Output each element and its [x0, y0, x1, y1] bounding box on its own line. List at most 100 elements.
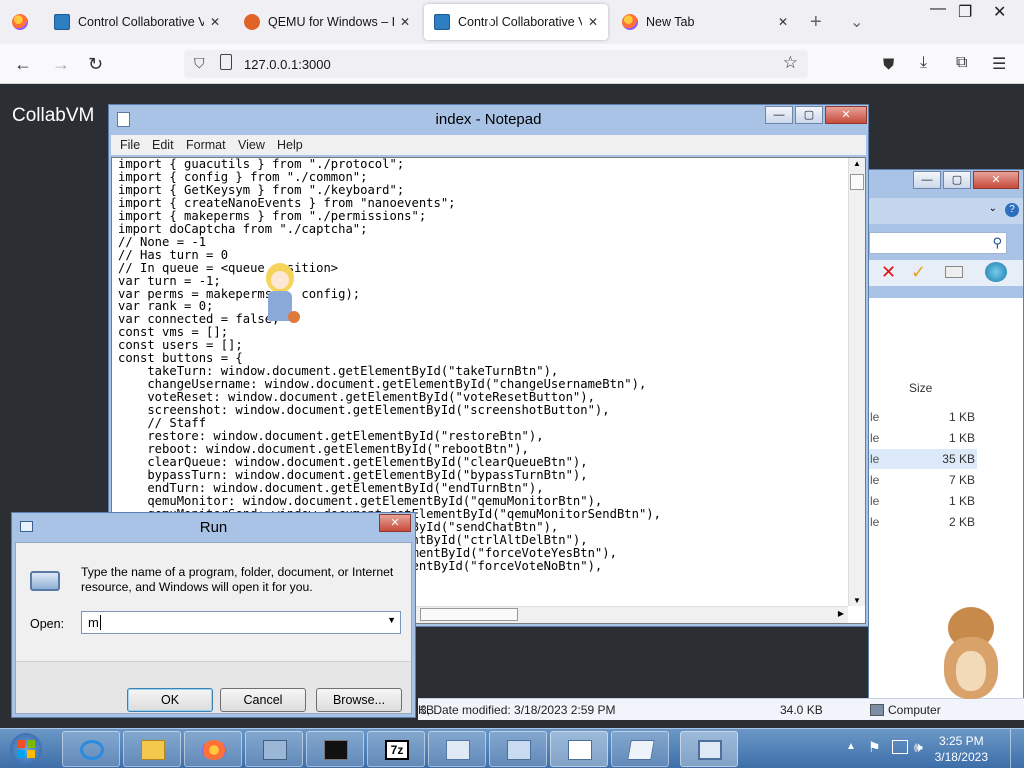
- code-line[interactable]: reboot: window.document.getElementById("…: [118, 443, 661, 456]
- taskbar-firefox[interactable]: [184, 731, 242, 767]
- action-center-flag-icon[interactable]: ⚑: [868, 739, 881, 756]
- menu-hamburger-icon[interactable]: ☰: [992, 54, 1006, 74]
- menu-help[interactable]: Help: [277, 138, 303, 152]
- list-item[interactable]: le 1 KB: [869, 491, 977, 511]
- column-header-size[interactable]: Size: [909, 381, 932, 395]
- taskbar-7zip[interactable]: 7z: [367, 731, 425, 767]
- chevron-down-icon[interactable]: ⌄: [850, 12, 863, 32]
- taskbar-explorer[interactable]: [123, 731, 181, 767]
- code-line[interactable]: clearQueue: window.document.getElementBy…: [118, 455, 661, 469]
- tab-qemu[interactable]: QEMU for Windows – Ins ✕: [234, 4, 420, 40]
- restore-icon[interactable]: ❐: [958, 2, 972, 22]
- scroll-up-icon[interactable]: ▲: [853, 159, 861, 168]
- taskbar-notepad-2[interactable]: [611, 731, 669, 767]
- show-desktop-button[interactable]: [1010, 729, 1024, 768]
- tray-chevron-up-icon[interactable]: ▲: [846, 741, 856, 752]
- taskbar-control-panel[interactable]: [489, 731, 547, 767]
- menu-view[interactable]: View: [238, 138, 265, 152]
- bookmark-star-icon[interactable]: ☆: [783, 53, 798, 73]
- minimize-button[interactable]: —: [913, 171, 941, 189]
- new-tab-plus-icon[interactable]: +: [810, 11, 822, 34]
- extensions-icon[interactable]: ⧉: [956, 54, 967, 72]
- delete-x-icon[interactable]: ✕: [881, 262, 896, 283]
- volume-icon[interactable]: 🕪: [914, 739, 923, 756]
- open-input-value[interactable]: m: [88, 615, 99, 630]
- start-orb-icon[interactable]: [10, 733, 42, 765]
- search-input[interactable]: ⚲: [869, 232, 1007, 254]
- network-tray-icon[interactable]: [892, 740, 908, 754]
- vm-screen[interactable]: — ▢ ✕ ⌄ ? ⚲ ✕ ✓ Size le 1 KB le 1 KB le 35 …: [0, 85, 1024, 768]
- minimize-button[interactable]: —: [765, 106, 793, 124]
- scroll-thumb[interactable]: [850, 174, 864, 190]
- code-line[interactable]: var turn = -1;: [118, 274, 661, 288]
- run-titlebar[interactable]: Run ✕: [12, 513, 415, 541]
- code-line[interactable]: import { config } from "./common";: [118, 171, 661, 184]
- url-text[interactable]: 127.0.0.1:3000: [244, 57, 331, 72]
- shield-icon[interactable]: ⛉: [194, 55, 205, 72]
- code-line[interactable]: import { guacutils } from "./protocol";: [118, 158, 661, 171]
- taskbar-task-manager[interactable]: [428, 731, 486, 767]
- taskbar-cmd[interactable]: [306, 731, 364, 767]
- close-window-icon[interactable]: ✕: [993, 2, 1006, 22]
- ok-button[interactable]: OK: [127, 688, 213, 712]
- address-bar[interactable]: ⛉ 127.0.0.1:3000 ☆: [184, 50, 808, 78]
- properties-icon[interactable]: [945, 266, 963, 278]
- menu-format[interactable]: Format: [186, 138, 226, 152]
- maximize-button[interactable]: ▢: [943, 171, 971, 189]
- code-line[interactable]: // None = -1: [118, 235, 661, 249]
- list-item[interactable]: le 1 KB: [869, 407, 977, 427]
- browse-button[interactable]: Browse...: [316, 688, 402, 712]
- menu-edit[interactable]: Edit: [152, 138, 174, 152]
- check-icon[interactable]: ✓: [911, 262, 926, 283]
- tab-collabvm-1[interactable]: Control Collaborative Vir ✕: [44, 4, 230, 40]
- system-clock[interactable]: 3:25 PM 3/18/2023: [935, 733, 988, 765]
- code-line[interactable]: bypassTurn: window.document.getElementBy…: [118, 468, 661, 482]
- taskbar-network[interactable]: [245, 731, 303, 767]
- cancel-button[interactable]: Cancel: [220, 688, 306, 712]
- close-button[interactable]: ✕: [825, 106, 867, 124]
- close-icon[interactable]: ✕: [778, 15, 788, 29]
- vertical-scrollbar[interactable]: ▲ ▼: [848, 158, 865, 606]
- scroll-thumb[interactable]: [420, 608, 518, 621]
- close-button[interactable]: ✕: [973, 171, 1019, 189]
- code-line[interactable]: // Has turn = 0: [118, 248, 661, 262]
- tab-new-tab[interactable]: New Tab ✕: [612, 4, 798, 40]
- back-arrow-icon[interactable]: ←: [14, 54, 32, 75]
- maximize-button[interactable]: ▢: [795, 106, 823, 124]
- download-icon[interactable]: ⤓: [920, 54, 927, 72]
- run-dialog[interactable]: Run ✕ Type the name of a program, folder…: [11, 512, 416, 718]
- code-line[interactable]: import doCaptcha from "./captcha";: [118, 222, 661, 236]
- reload-icon[interactable]: ↻: [88, 54, 103, 75]
- firefox-menu-icon[interactable]: [12, 14, 28, 30]
- dropdown-arrow-icon[interactable]: ▼: [387, 615, 396, 625]
- taskbar-notepad[interactable]: [550, 731, 608, 767]
- explorer-titlebar[interactable]: — ▢ ✕: [869, 170, 1023, 198]
- code-line[interactable]: endTurn: window.document.getElementById(…: [118, 481, 661, 495]
- taskbar-internet-explorer[interactable]: [62, 731, 120, 767]
- code-line[interactable]: qemuMonitor: window.document.getElementB…: [118, 494, 661, 508]
- code-line[interactable]: import { GetKeysym } from "./keyboard";: [118, 183, 661, 197]
- scroll-right-icon[interactable]: ▶: [838, 609, 844, 618]
- open-input[interactable]: m ▼: [81, 611, 401, 634]
- code-line[interactable]: import { makeperms } from "./permissions…: [118, 209, 661, 223]
- forward-arrow-icon[interactable]: →: [52, 54, 70, 75]
- pocket-icon[interactable]: ⛊: [883, 56, 894, 73]
- taskbar-run[interactable]: [680, 731, 738, 767]
- close-icon[interactable]: ✕: [588, 15, 598, 29]
- list-item[interactable]: le 2 KB: [869, 512, 977, 532]
- chevron-down-icon[interactable]: ⌄: [989, 203, 997, 214]
- list-item-selected[interactable]: le 35 KB: [869, 449, 977, 469]
- scroll-down-icon[interactable]: ▼: [853, 596, 861, 605]
- close-icon[interactable]: ✕: [210, 15, 220, 29]
- list-item[interactable]: le 1 KB: [869, 428, 977, 448]
- globe-icon[interactable]: [985, 262, 1007, 282]
- list-item[interactable]: le 7 KB: [869, 470, 977, 490]
- close-button[interactable]: ✕: [379, 514, 411, 532]
- minimize-icon[interactable]: —: [930, 0, 946, 18]
- notepad-titlebar[interactable]: index - Notepad — ▢ ✕: [109, 105, 868, 133]
- tab-collabvm-active[interactable]: Control Collaborative Vir ✕: [424, 4, 608, 40]
- code-line[interactable]: import { createNanoEvents } from "nanoev…: [118, 196, 661, 210]
- help-icon[interactable]: ?: [1005, 203, 1019, 217]
- close-icon[interactable]: ✕: [400, 15, 410, 29]
- menu-file[interactable]: File: [120, 138, 140, 152]
